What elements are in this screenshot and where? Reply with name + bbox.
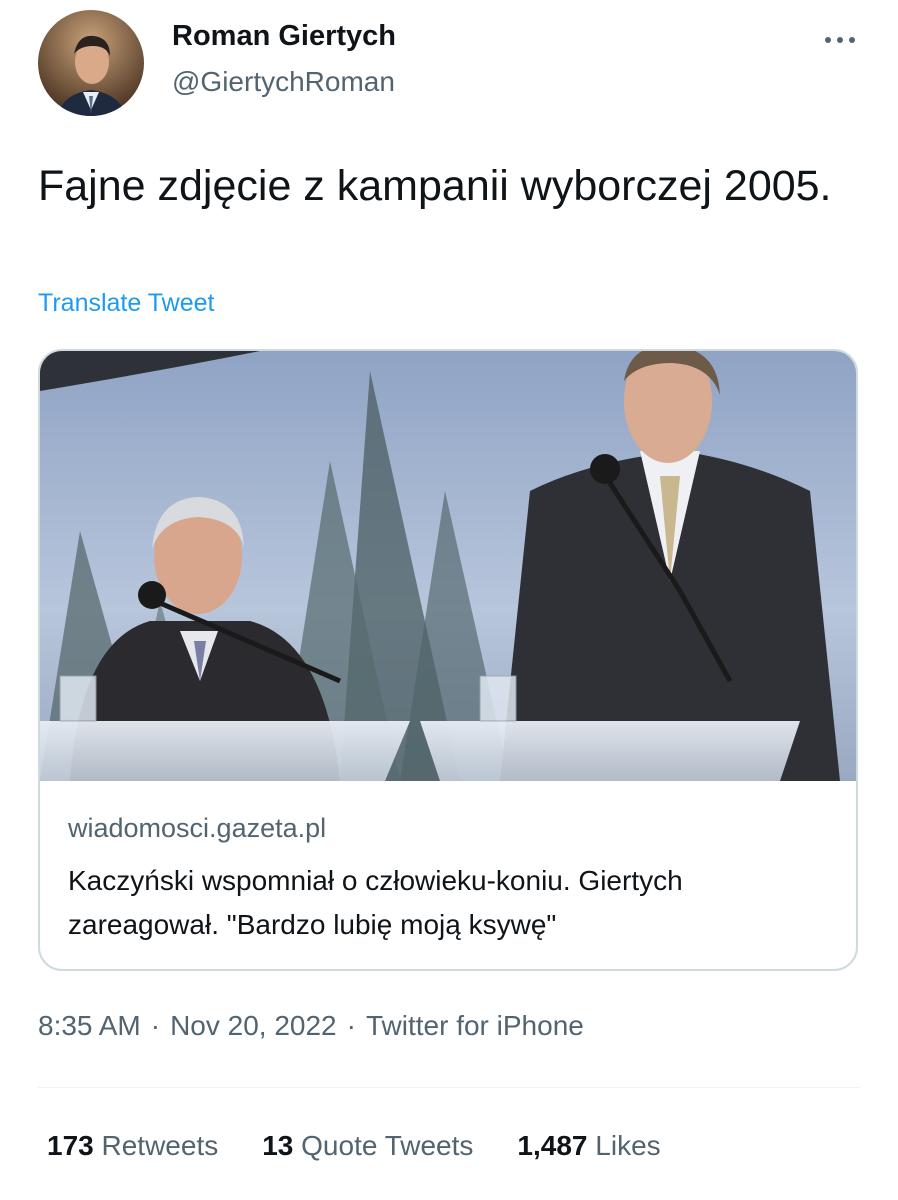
tweet-date[interactable]: Nov 20, 2022 [170, 1010, 337, 1041]
more-options-button[interactable] [818, 22, 862, 58]
tweet-stats: 173 Retweets 13 Quote Tweets 1,487 Likes [47, 1130, 661, 1162]
quote-tweets-stat[interactable]: 13 Quote Tweets [262, 1130, 473, 1162]
author-name[interactable]: Roman Giertych [172, 20, 396, 53]
tweet-source[interactable]: Twitter for iPhone [366, 1010, 584, 1041]
author-avatar[interactable] [38, 10, 144, 116]
link-preview-card[interactable]: wiadomosci.gazeta.pl Kaczyński wspomniał… [38, 349, 858, 971]
avatar-photo [38, 10, 144, 116]
meta-separator: · [346, 1010, 356, 1041]
meta-separator: · [150, 1010, 161, 1041]
tweet-meta: 8:35 AM · Nov 20, 2022 · Twitter for iPhone [38, 1010, 584, 1042]
divider [38, 1087, 860, 1088]
retweets-count: 173 [47, 1130, 94, 1161]
tweet-text: Fajne zdjęcie z kampanii wyborczej 2005. [38, 162, 832, 210]
card-title: Kaczyński wspomniał o człowieku-koniu. G… [68, 865, 683, 940]
tweet-time[interactable]: 8:35 AM [38, 1010, 141, 1041]
author-handle[interactable]: @GiertychRoman [172, 66, 395, 98]
retweets-stat[interactable]: 173 Retweets [47, 1130, 218, 1162]
more-horizontal-icon [825, 37, 855, 43]
likes-count: 1,487 [517, 1130, 588, 1161]
translate-tweet-link[interactable]: Translate Tweet [38, 289, 214, 318]
likes-label: Likes [595, 1130, 661, 1161]
retweets-label: Retweets [101, 1130, 219, 1161]
quote-tweets-count: 13 [262, 1130, 294, 1161]
quote-tweets-label: Quote Tweets [301, 1130, 474, 1161]
likes-stat[interactable]: 1,487 Likes [517, 1130, 660, 1162]
card-domain: wiadomosci.gazeta.pl [68, 813, 327, 843]
press-photo [40, 351, 856, 781]
